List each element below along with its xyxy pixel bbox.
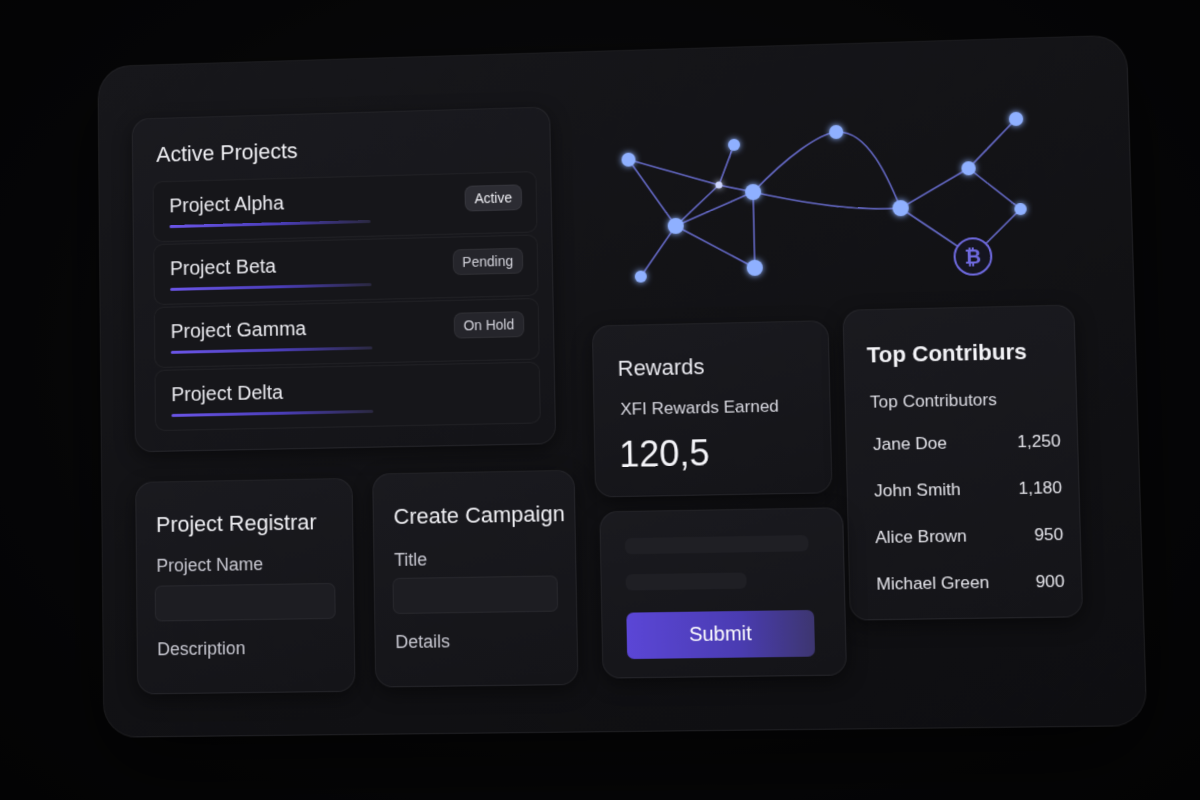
project-registrar-card: Project Registrar Project Name Descripti… xyxy=(135,477,356,695)
registrar-title: Project Registrar xyxy=(155,509,317,538)
campaign-details-label: Details xyxy=(395,631,451,653)
contributor-row: Jane Doe 1,250 xyxy=(873,431,1061,454)
status-badge: Active xyxy=(464,184,523,212)
campaign-title-input[interactable] xyxy=(392,575,559,615)
project-name: Project Gamma xyxy=(170,318,307,344)
project-progress-bar xyxy=(170,346,373,354)
submit-form-card: Submit xyxy=(599,507,848,679)
project-row-gamma[interactable]: Project Gamma On Hold xyxy=(153,297,540,369)
campaign-title: Create Campaign xyxy=(393,501,566,530)
contributor-score: 900 xyxy=(1035,571,1065,592)
contributor-row: Alice Brown 950 xyxy=(875,525,1064,547)
contributor-score: 1,180 xyxy=(1018,477,1063,499)
project-row-alpha[interactable]: Project Alpha Active xyxy=(152,171,538,243)
bitcoin-icon: ₿ xyxy=(954,238,992,275)
create-campaign-card: Create Campaign Title Details xyxy=(372,469,579,688)
project-row-beta[interactable]: Project Beta Pending xyxy=(153,234,539,306)
project-name-input[interactable] xyxy=(154,582,336,622)
project-progress-bar xyxy=(171,409,374,417)
contributors-subtitle: Top Contributors xyxy=(869,390,998,412)
contributor-name: John Smith xyxy=(873,479,961,501)
project-progress-bar xyxy=(169,219,371,229)
description-label: Description xyxy=(157,638,246,660)
contributor-name: Alice Brown xyxy=(875,526,968,548)
campaign-title-label: Title xyxy=(394,549,428,570)
dashboard-panel: Active Projects Project Alpha Active Pro… xyxy=(97,34,1148,738)
active-projects-card: Active Projects Project Alpha Active Pro… xyxy=(131,106,557,453)
project-name: Project Beta xyxy=(169,255,277,281)
project-name: Project Delta xyxy=(171,382,284,407)
rewards-subtitle: XFI Rewards Earned xyxy=(620,396,780,419)
active-projects-title: Active Projects xyxy=(156,138,298,167)
rewards-value: 120,5 xyxy=(618,432,711,475)
project-row-delta[interactable]: Project Delta xyxy=(154,361,541,432)
top-contributors-card: Top Contriburs Top Contributors Jane Doe… xyxy=(842,304,1084,621)
rewards-title: Rewards xyxy=(617,353,705,381)
submit-button[interactable]: Submit xyxy=(626,609,816,660)
contributor-row: Michael Green 900 xyxy=(876,572,1065,594)
project-name: Project Alpha xyxy=(169,192,285,218)
contributor-name: Jane Doe xyxy=(872,433,948,455)
form-field-placeholder[interactable] xyxy=(625,572,747,591)
svg-text:₿: ₿ xyxy=(964,245,981,269)
contributors-title: Top Contriburs xyxy=(866,338,1028,368)
contributor-score: 950 xyxy=(1033,524,1064,545)
rewards-card: Rewards XFI Rewards Earned 120,5 xyxy=(591,320,833,498)
status-badge: Pending xyxy=(452,247,524,276)
status-badge: On Hold xyxy=(453,311,525,339)
form-field-placeholder[interactable] xyxy=(624,535,809,555)
contributor-name: Michael Green xyxy=(876,572,990,594)
project-progress-bar xyxy=(170,283,372,291)
project-name-label: Project Name xyxy=(156,554,264,576)
contributor-score: 1,250 xyxy=(1016,431,1061,452)
network-graph: ₿ xyxy=(621,111,1027,283)
contributor-row: John Smith 1,180 xyxy=(874,478,1062,501)
